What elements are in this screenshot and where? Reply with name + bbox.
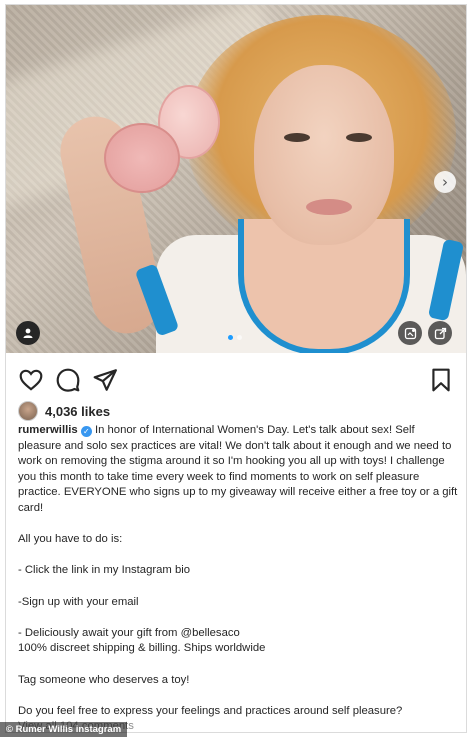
carousel-dot[interactable]	[228, 335, 233, 340]
person-icon[interactable]	[16, 321, 40, 345]
share-external-glyph	[434, 327, 446, 339]
carousel-dot[interactable]	[237, 335, 242, 340]
carousel-dots	[228, 335, 242, 340]
likes-row: 4,036 likes	[18, 401, 110, 421]
caption-line: - Click the link in my Instagram bio	[18, 564, 191, 577]
sticker-glyph	[404, 327, 416, 339]
compact-base	[104, 123, 180, 193]
chevron-right-icon[interactable]: ›	[434, 171, 456, 193]
share-external-icon[interactable]	[428, 321, 452, 345]
caption-line: 100% discreet shipping & billing. Ships …	[18, 642, 266, 655]
action-bar	[18, 367, 454, 395]
likes-count[interactable]: 4,036 likes	[45, 404, 110, 419]
caption-line: Tag someone who deserves a toy!	[18, 673, 190, 686]
avatar[interactable]	[18, 401, 38, 421]
caption-line: Do you feel free to express your feeling…	[18, 704, 403, 717]
verified-badge-icon: ✓	[80, 426, 92, 437]
bookmark-icon[interactable]	[428, 367, 454, 393]
lips	[306, 199, 352, 215]
caption-intro: rumerwillis ✓ In honor of International …	[18, 423, 458, 517]
image-credit: © Rumer Willis instagram	[0, 722, 128, 737]
face	[254, 65, 394, 245]
instagram-post: › 4,036 likes rumerwillis ✓ In honor of …	[5, 4, 467, 733]
caption-line: - Deliciously await your gift from @bell…	[18, 626, 240, 639]
post-photo[interactable]: ›	[6, 5, 466, 353]
caption-line: All you have to do is:	[18, 533, 123, 546]
eye-right	[346, 133, 372, 142]
username[interactable]: rumerwillis	[18, 424, 78, 436]
caption-line: -Sign up with your email	[18, 595, 139, 608]
person-glyph	[23, 328, 33, 338]
eye-left	[284, 133, 310, 142]
caption: rumerwillis ✓ In honor of International …	[18, 423, 458, 732]
caption-text: In honor of International Women's Day. L…	[18, 424, 458, 514]
sticker-icon[interactable]	[398, 321, 422, 345]
paper-plane-icon[interactable]	[92, 367, 118, 393]
heart-icon[interactable]	[18, 367, 44, 393]
comment-icon[interactable]	[55, 367, 81, 393]
